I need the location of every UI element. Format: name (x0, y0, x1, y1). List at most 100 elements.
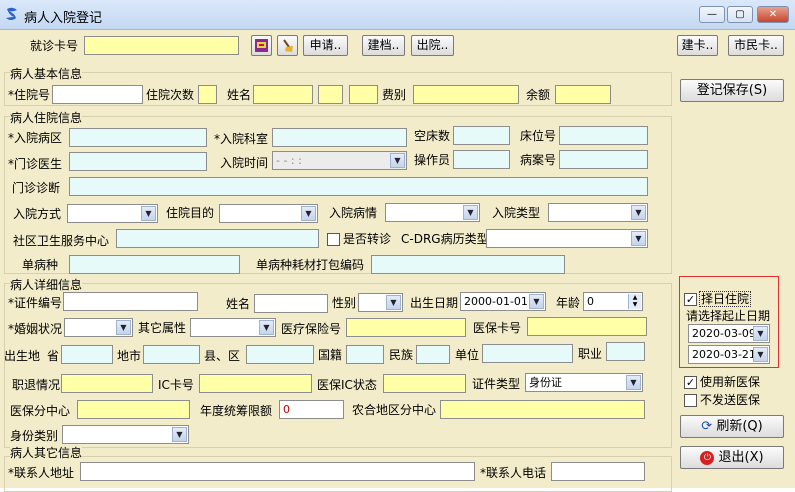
empty-bed-label: 空床数 (414, 129, 451, 143)
contact-address-label: *联系人地址 (8, 466, 75, 480)
county-label: 县、区 (204, 349, 241, 363)
exit-button[interactable]: ⏻ 退出(X) (680, 446, 784, 469)
retire-input[interactable] (61, 374, 153, 393)
job-input[interactable] (606, 342, 645, 361)
work-unit-input[interactable] (482, 344, 573, 363)
admit-mode-select[interactable]: ▼ (67, 204, 158, 223)
sex-label: 性别 (332, 296, 357, 310)
create-card-button[interactable]: 建卡.. (677, 35, 718, 56)
city-label: 地市 (117, 349, 142, 363)
record-no-label: 病案号 (520, 153, 557, 167)
ic-card-input[interactable] (199, 374, 312, 393)
province-label: 省 (47, 349, 60, 363)
discharge-button[interactable]: 出院.. (411, 35, 454, 56)
detail-name-input[interactable] (254, 294, 328, 313)
identity-type-select[interactable]: ▼ (62, 425, 189, 444)
annual-limit-input[interactable]: 0 (279, 400, 344, 419)
ethnic-input[interactable] (416, 345, 450, 364)
name-input[interactable] (253, 85, 313, 104)
clinic-doctor-input[interactable] (69, 152, 207, 171)
admission-count-input[interactable] (198, 85, 217, 104)
nation-label: 国籍 (318, 348, 343, 362)
rural-center-input[interactable] (440, 400, 645, 419)
name-extra-2[interactable] (349, 85, 378, 104)
county-input[interactable] (246, 345, 314, 364)
clear-button[interactable] (277, 35, 298, 56)
start-date-picker[interactable]: 2020-03-09 ▼ (688, 324, 770, 343)
insurance-center-input[interactable] (77, 400, 190, 419)
birth-date-picker[interactable]: 2000-01-01 ▼ (460, 292, 546, 311)
purpose-select[interactable]: ▼ (219, 204, 318, 223)
apply-button[interactable]: 申请.. (303, 35, 348, 56)
id-type-label: 证件类型 (472, 377, 521, 391)
ic-status-input[interactable] (383, 374, 466, 393)
minimize-button[interactable]: — (699, 6, 725, 23)
new-insurance-checkbox[interactable]: ✓ (684, 376, 697, 389)
med-card-input[interactable] (527, 317, 647, 336)
close-button[interactable]: ✕ (757, 6, 789, 23)
clinic-diag-input[interactable] (69, 177, 648, 196)
purpose-label: 住院目的 (166, 206, 215, 220)
id-no-label: *证件编号 (8, 296, 63, 310)
other-attr-label: 其它属性 (138, 321, 187, 335)
other-attr-select[interactable]: ▼ (190, 318, 276, 337)
spinner-arrows-icon[interactable]: ▲ ▼ (628, 294, 641, 309)
contact-address-input[interactable] (80, 462, 475, 481)
id-no-input[interactable] (63, 292, 198, 311)
select-day-checkbox[interactable]: ✓ (684, 293, 697, 306)
admit-time-picker[interactable]: - - : : ▼ (272, 151, 407, 170)
exit-label: 退出(X) (718, 450, 764, 465)
community-input[interactable] (116, 229, 319, 248)
citizen-card-button[interactable]: 市民卡.. (728, 35, 784, 56)
maximize-button[interactable]: ▢ (727, 6, 753, 23)
admit-time-value: - - : : (276, 154, 302, 167)
city-input[interactable] (143, 345, 200, 364)
name-extra-1[interactable] (318, 85, 343, 104)
id-type-value: 身份证 (529, 376, 562, 389)
sex-select[interactable]: ▼ (358, 293, 403, 312)
cdrg-label: C-DRG病历类型 (401, 232, 489, 246)
end-date-picker[interactable]: 2020-03-21 ▼ (688, 345, 770, 364)
refresh-button[interactable]: ⟳ 刷新(Q) (680, 415, 784, 438)
bed-no-input[interactable] (559, 126, 648, 145)
admission-no-input[interactable] (52, 85, 143, 104)
save-register-button[interactable]: 登记保存(S) (680, 79, 784, 102)
ethnic-label: 民族 (389, 348, 414, 362)
ward-input[interactable] (69, 128, 207, 147)
province-input[interactable] (61, 345, 113, 364)
empty-bed-input[interactable] (453, 126, 510, 145)
single-code-input[interactable] (371, 255, 565, 274)
marital-select[interactable]: ▼ (64, 318, 133, 337)
no-send-checkbox[interactable] (684, 394, 697, 407)
contact-phone-input[interactable] (551, 462, 645, 481)
client-area: 就诊卡号 申请.. 建档.. 出院.. 建卡.. 市民卡.. 病人基本信息 *住… (0, 30, 795, 492)
fee-type-input[interactable] (413, 85, 519, 104)
birth-date-value: 2000-01-01 (464, 295, 528, 308)
chevron-down-icon: ▼ (631, 231, 646, 246)
dept-input[interactable] (272, 128, 407, 147)
admit-time-label: 入院时间 (220, 156, 269, 170)
single-disease-input[interactable] (69, 255, 240, 274)
operator-input[interactable] (453, 150, 510, 169)
age-spinner[interactable]: 0 ▲ ▼ (583, 292, 643, 311)
record-no-input[interactable] (559, 150, 648, 169)
admit-type-select[interactable]: ▼ (548, 203, 648, 222)
chevron-down-icon: ▼ (172, 427, 187, 442)
ward-label: *入院病区 (8, 131, 63, 145)
chevron-down-icon: ▼ (301, 206, 316, 221)
balance-input[interactable] (555, 85, 611, 104)
read-card-button[interactable] (251, 35, 272, 56)
rural-center-label: 农合地区分中心 (352, 403, 437, 417)
transfer-checkbox[interactable] (327, 233, 340, 246)
card-no-input[interactable] (84, 36, 239, 55)
chevron-down-icon: ▼ (529, 294, 544, 309)
nation-input[interactable] (346, 345, 384, 364)
id-type-select[interactable]: 身份证 ▼ (525, 373, 643, 392)
condition-select[interactable]: ▼ (385, 203, 480, 222)
cdrg-select[interactable]: ▼ (486, 229, 648, 248)
transfer-label: 是否转诊 (343, 232, 392, 246)
card-reader-icon (255, 39, 268, 52)
insurance-no-input[interactable] (346, 318, 466, 337)
hospital-info-title: 病人住院信息 (10, 111, 83, 125)
create-file-button[interactable]: 建档.. (362, 35, 405, 56)
